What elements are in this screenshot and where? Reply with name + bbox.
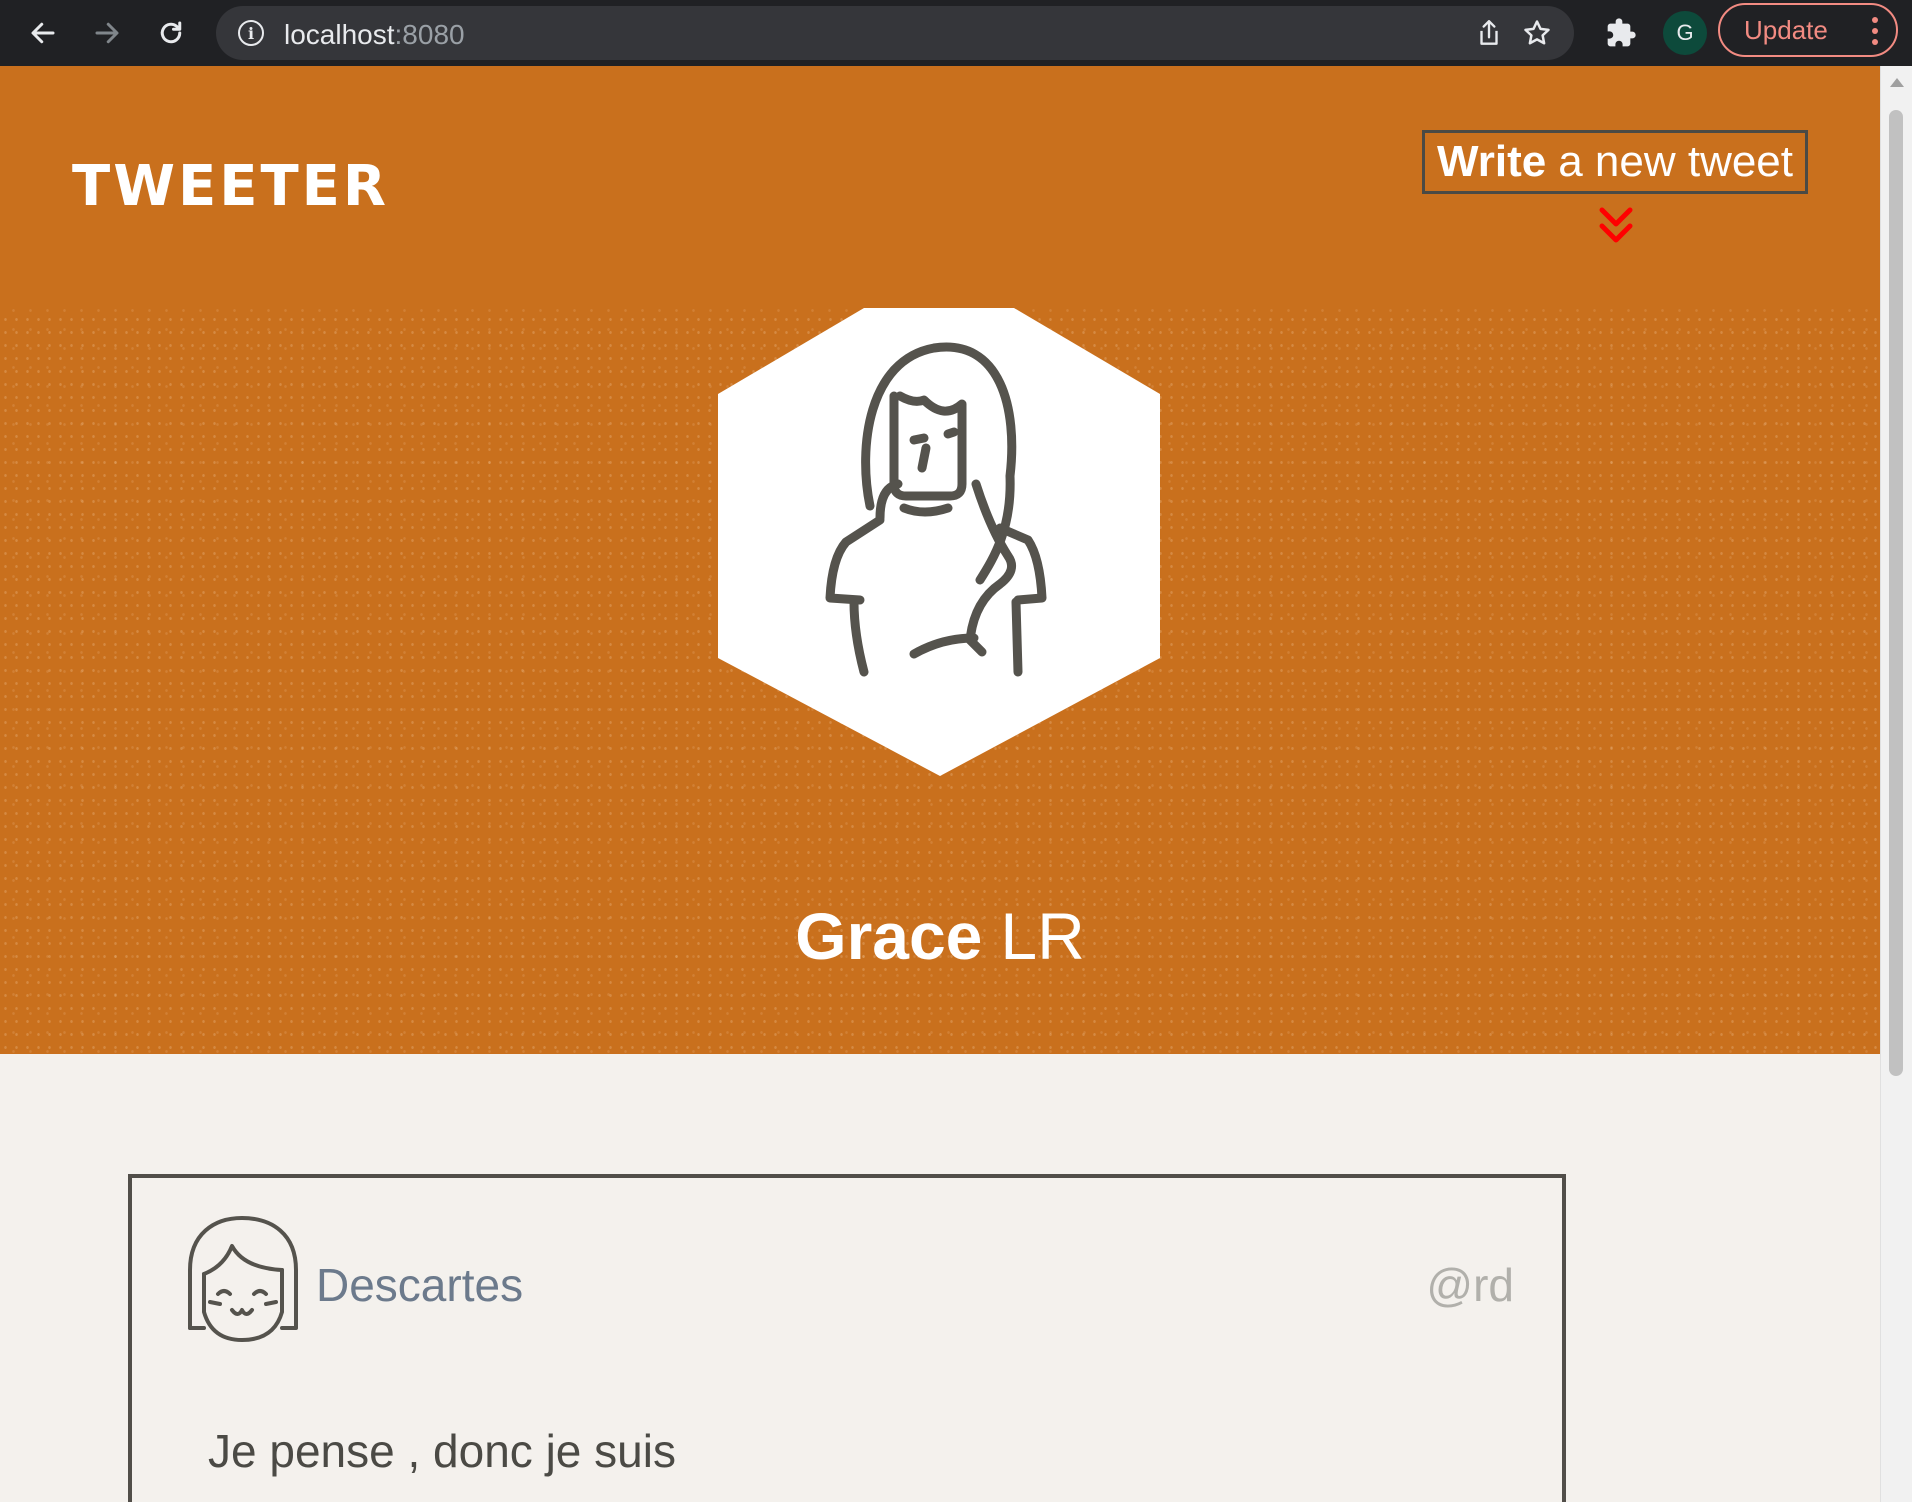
profile-name: Grace LR [0,898,1880,974]
page-scrollbar[interactable] [1880,66,1912,1502]
profile-initial: G [1676,20,1694,45]
site-info-icon[interactable]: i [238,20,264,46]
more-menu-icon[interactable] [1872,17,1878,45]
tweet-text: Je pense , donc je suis [208,1425,676,1477]
browser-toolbar: i localhost:8080 G Update [0,0,1912,66]
tweet-author-handle[interactable]: @rd [1426,1258,1514,1312]
scroll-up-arrow-icon[interactable] [1890,78,1904,87]
double-chevron-down-icon[interactable] [1596,204,1636,248]
address-bar[interactable]: i localhost:8080 [216,6,1574,60]
url-host: localhost [284,19,395,50]
bookmark-star-icon[interactable] [1518,14,1556,52]
extensions-puzzle-icon[interactable] [1598,10,1644,56]
back-button[interactable] [20,10,66,56]
compose-bold-label: Write [1436,137,1547,186]
top-navbar: TWEETER Write a new tweet [0,66,1880,308]
reload-icon [160,21,182,44]
profile-header: TWEETER Write a new tweet Grace LR [0,66,1880,1054]
profile-avatar-hexagon [718,308,1160,776]
update-label: Update [1744,14,1828,45]
url-text[interactable]: localhost:8080 [284,19,465,51]
scrollbar-thumb[interactable] [1889,110,1903,1076]
forward-arrow-icon [95,22,119,44]
page-viewport: TWEETER Write a new tweet Grace LR Desca… [0,66,1880,1502]
update-button[interactable]: Update [1718,3,1898,57]
tweet-author-avatar-icon [188,1216,298,1342]
tweet-card: Descartes @rd Je pense , donc je suis [128,1174,1566,1502]
share-icon[interactable] [1470,14,1508,52]
write-new-tweet-button[interactable]: Write a new tweet [1422,130,1808,194]
compose-label: a new tweet [1558,137,1794,186]
forward-button[interactable] [84,10,130,56]
profile-first-name: Grace [795,899,983,973]
profile-last-name: LR [1000,899,1085,973]
back-arrow-icon [31,22,55,44]
tweet-author-name[interactable]: Descartes [316,1258,523,1312]
profile-avatar[interactable]: G [1663,11,1707,55]
reload-button[interactable] [148,10,194,56]
hexagon-frame [718,308,1160,776]
brand-logo[interactable]: TWEETER [72,154,389,219]
url-port: :8080 [394,19,465,50]
